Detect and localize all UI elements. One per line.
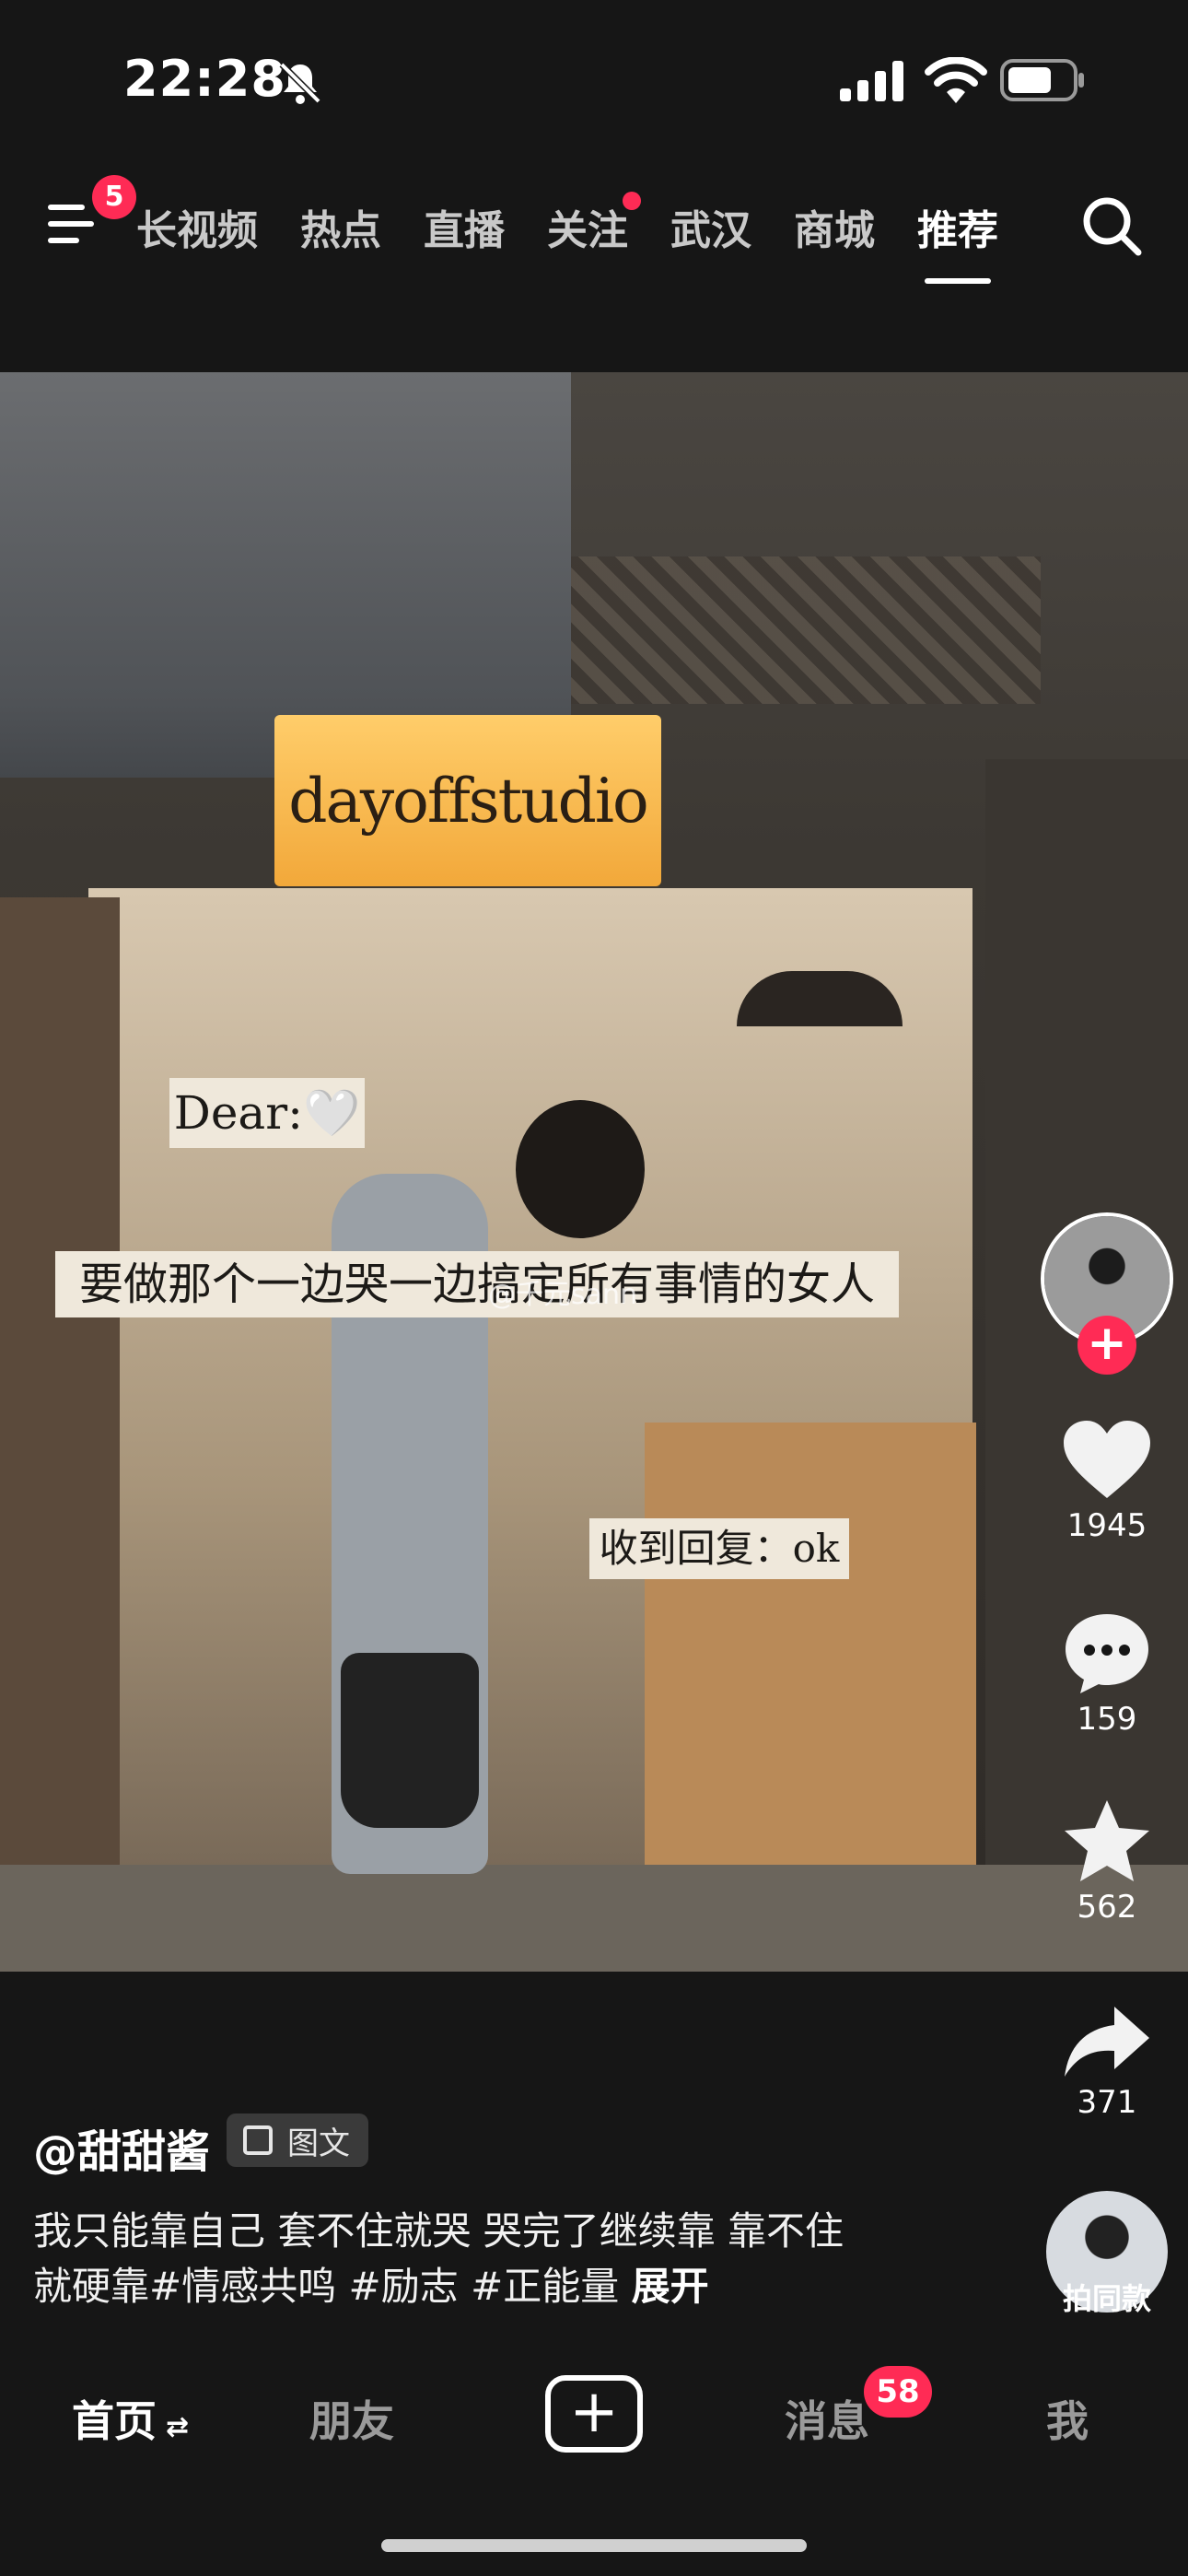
watermark: @千元sann bbox=[488, 1279, 638, 1311]
pendant-lamp bbox=[737, 971, 903, 1026]
top-tabs: 长视频 热点 直播 关注 武汉 商城 推荐 bbox=[136, 190, 1041, 284]
silent-bell-icon bbox=[279, 62, 321, 104]
share-arrow-icon bbox=[1065, 2007, 1149, 2077]
handbag bbox=[341, 1653, 479, 1828]
post-caption[interactable]: 我只能靠自己 套不住就哭 哭完了继续靠 靠不住 就硬靠#情感共鸣 #励志 #正能… bbox=[33, 2204, 954, 2314]
tab-following-label: 关注 bbox=[547, 207, 628, 254]
tab-hot[interactable]: 热点 bbox=[300, 197, 381, 256]
home-indicator[interactable] bbox=[381, 2539, 807, 2552]
unread-dot bbox=[623, 192, 641, 210]
tab-recommend[interactable]: 推荐 bbox=[917, 197, 998, 284]
sticker-dear: Dear:🤍 bbox=[169, 1078, 365, 1148]
like-count: 1945 bbox=[1066, 1507, 1147, 1544]
menu-badge: 5 bbox=[92, 175, 136, 219]
comment-icon bbox=[1066, 1614, 1148, 1693]
post-type-badge: 图文 bbox=[227, 2113, 368, 2167]
tab-mall[interactable]: 商城 bbox=[794, 197, 875, 256]
author-name[interactable]: @甜甜酱 bbox=[33, 2115, 210, 2180]
post-photo[interactable]: dayoffstudio bbox=[0, 372, 1188, 1972]
wifi-icon bbox=[925, 57, 987, 103]
tab-long-video[interactable]: 长视频 bbox=[136, 197, 258, 256]
tab-following[interactable]: 关注 bbox=[547, 192, 641, 256]
counter bbox=[645, 1423, 976, 1902]
like-button[interactable]: 1945 bbox=[1052, 1419, 1162, 1544]
comment-count: 159 bbox=[1077, 1701, 1137, 1738]
share-button[interactable]: 371 bbox=[1052, 2005, 1162, 2121]
nav-friends[interactable]: 朋友 bbox=[309, 2388, 394, 2449]
status-time: 22:28 bbox=[123, 50, 286, 108]
follow-button[interactable]: + bbox=[1077, 1316, 1136, 1375]
favorite-count: 562 bbox=[1077, 1889, 1137, 1926]
search-icon[interactable] bbox=[1079, 193, 1144, 258]
switch-icon: ⇄ bbox=[166, 2411, 190, 2443]
sticker-reply: 收到回复：ok bbox=[589, 1518, 849, 1579]
share-count: 371 bbox=[1077, 2084, 1137, 2121]
left-door bbox=[0, 897, 120, 1972]
tab-live[interactable]: 直播 bbox=[424, 197, 505, 256]
image-post-icon bbox=[243, 2125, 273, 2155]
person-head bbox=[516, 1100, 645, 1238]
caption-line-2: 就硬靠#情感共鸣 #励志 #正能量 bbox=[33, 2264, 632, 2309]
battery-icon bbox=[1000, 59, 1084, 101]
messages-badge: 58 bbox=[864, 2366, 932, 2418]
favorite-button[interactable]: 562 bbox=[1052, 1798, 1162, 1926]
nav-home[interactable]: 首页 ⇄ bbox=[72, 2388, 189, 2449]
comment-button[interactable]: 159 bbox=[1052, 1610, 1162, 1738]
floor bbox=[0, 1865, 1188, 1972]
shop-sign: dayoffstudio bbox=[274, 715, 661, 886]
lattice-decor bbox=[543, 556, 1041, 704]
tab-local[interactable]: 武汉 bbox=[670, 197, 751, 256]
cellular-signal-icon bbox=[840, 61, 903, 101]
star-icon bbox=[1065, 1800, 1149, 1881]
create-button[interactable]: + bbox=[545, 2375, 643, 2453]
expand-link[interactable]: 展开 bbox=[632, 2264, 709, 2309]
sticker-main: 要做那个一边哭一边搞定所有事情的女人 bbox=[55, 1251, 899, 1317]
nav-home-label: 首页 bbox=[72, 2396, 157, 2446]
nav-me[interactable]: 我 bbox=[1046, 2388, 1089, 2449]
caption-line-1: 我只能靠自己 套不住就哭 哭完了继续靠 靠不住 bbox=[33, 2208, 844, 2254]
same-style-label[interactable]: 拍同款 bbox=[1041, 2276, 1173, 2318]
heart-icon bbox=[1064, 1421, 1150, 1498]
post-type-label: 图文 bbox=[287, 2125, 350, 2162]
menu-icon[interactable] bbox=[48, 201, 98, 247]
nav-messages[interactable]: 消息 bbox=[785, 2388, 869, 2449]
